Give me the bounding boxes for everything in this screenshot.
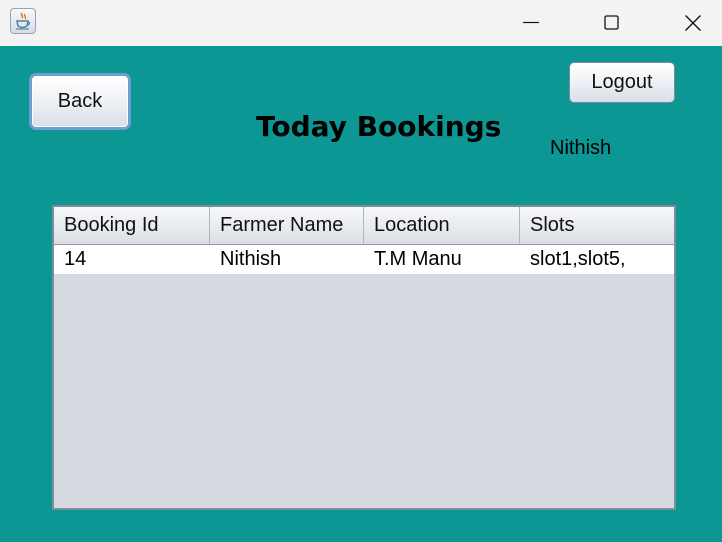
column-header-location[interactable]: Location [364,207,520,244]
logged-in-user: Nithish [550,137,612,159]
minimize-icon [523,21,539,24]
app-window: Back Logout Today Bookings Nithish Booki… [0,0,722,542]
back-button[interactable]: Back [29,73,131,130]
title-bar [0,0,722,46]
table-body: 14 Nithish T.M Manu slot1,slot5, [54,245,674,274]
page-title: Today Bookings [256,110,502,143]
table-header: Booking Id Farmer Name Location Slots [54,207,674,245]
java-cup-icon [10,8,36,34]
close-button[interactable] [670,0,716,46]
table-row[interactable]: 14 Nithish T.M Manu slot1,slot5, [54,245,674,274]
column-header-booking-id[interactable]: Booking Id [54,207,210,244]
cell-farmer-name[interactable]: Nithish [210,245,364,274]
maximize-icon [604,15,619,30]
cell-slots[interactable]: slot1,slot5, [520,245,674,274]
column-header-slots[interactable]: Slots [520,207,674,244]
maximize-button[interactable] [589,0,635,46]
close-icon [685,15,701,31]
minimize-button[interactable] [508,0,554,46]
bookings-table[interactable]: Booking Id Farmer Name Location Slots 14… [52,205,676,510]
cell-location[interactable]: T.M Manu [364,245,520,274]
column-header-farmer-name[interactable]: Farmer Name [210,207,364,244]
logout-button[interactable]: Logout [569,62,675,103]
cell-booking-id[interactable]: 14 [54,245,210,274]
